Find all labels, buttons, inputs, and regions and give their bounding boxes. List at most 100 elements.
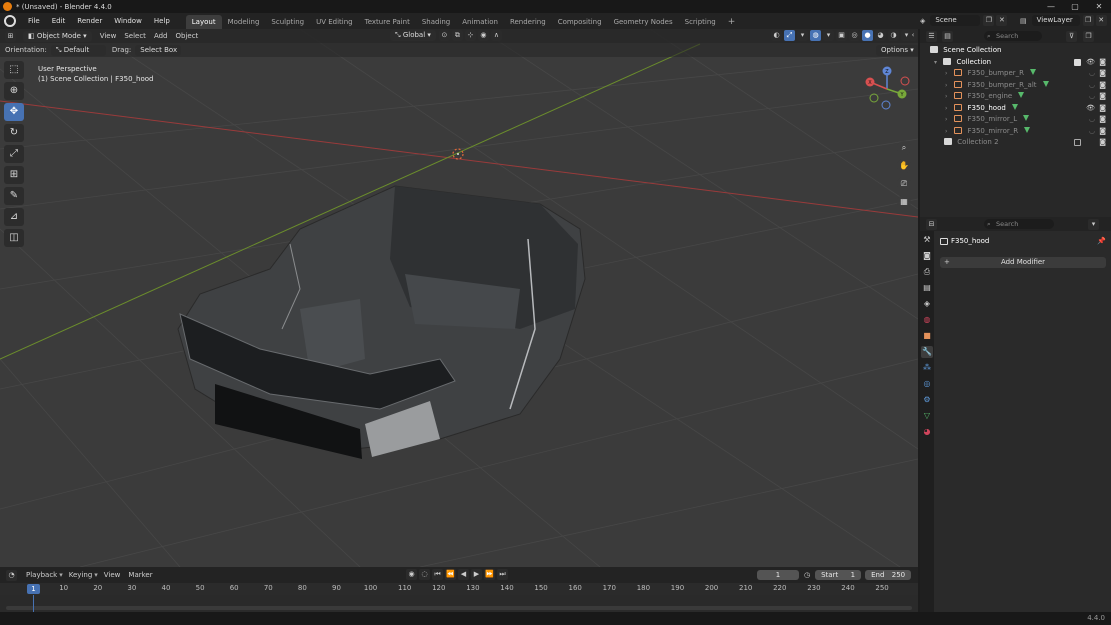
play-reverse-icon[interactable]: ◀	[458, 569, 469, 580]
timeline-scrollbar[interactable]	[6, 606, 912, 610]
render-camera-icon[interactable]: ◙	[1099, 103, 1106, 115]
f350-hood-model[interactable]	[177, 185, 586, 459]
mode-dropdown[interactable]: ◧ Object Mode ▾	[23, 30, 92, 42]
mesh-data-icon[interactable]	[1030, 69, 1037, 75]
expand-icon[interactable]: ›	[945, 114, 952, 126]
jump-end-icon[interactable]: ⏭	[497, 569, 508, 580]
mesh-data-icon[interactable]	[1018, 92, 1025, 98]
delete-view-layer-icon[interactable]: ✕	[1095, 15, 1107, 26]
cursor-tool-icon[interactable]: ⊕	[4, 82, 24, 100]
render-camera-icon[interactable]: ◙	[1099, 68, 1106, 80]
menu-render[interactable]: Render	[71, 13, 108, 29]
expand-icon[interactable]: ›	[945, 103, 952, 115]
mesh-data-icon[interactable]	[1023, 115, 1030, 121]
overlay-toggle-icon[interactable]: ◍	[810, 30, 821, 41]
render-camera-icon[interactable]: ◙	[1099, 57, 1106, 69]
tab-scripting[interactable]: Scripting	[679, 15, 722, 29]
gizmo-dropdown-icon[interactable]: ▾	[797, 30, 808, 41]
tool-tab-icon[interactable]: ⚒	[921, 234, 933, 246]
tab-compositing[interactable]: Compositing	[552, 15, 608, 29]
object-tab-icon[interactable]: ■	[921, 330, 933, 342]
xray-toggle-icon[interactable]: ▣	[836, 30, 847, 41]
particles-tab-icon[interactable]: ⁂	[921, 362, 933, 374]
menu-add[interactable]: Add	[154, 32, 168, 40]
jump-keyframe-forward-icon[interactable]: ⏩	[484, 569, 495, 580]
annotate-tool-icon[interactable]: ✎	[4, 187, 24, 205]
render-tab-icon[interactable]: ◙	[921, 250, 933, 262]
mesh-data-icon[interactable]	[1024, 126, 1031, 133]
editor-type-icon[interactable]: ⊞	[5, 30, 16, 42]
zoom-icon[interactable]: ⌕	[897, 141, 911, 155]
shading-material-icon[interactable]: ◕	[875, 30, 886, 41]
3d-viewport[interactable]: ⊞ ◧ Object Mode ▾ View Select Add Object…	[0, 29, 918, 567]
close-icon[interactable]: ✕	[1087, 0, 1111, 13]
render-camera-icon[interactable]: ◙	[1099, 80, 1106, 92]
move-tool-icon[interactable]: ✥	[4, 103, 24, 121]
hidden-eye-icon[interactable]: ◡	[1089, 126, 1095, 138]
outliner-editor-type-icon[interactable]: ☰	[926, 30, 937, 42]
play-icon[interactable]: ▶	[471, 569, 482, 580]
visibility-eye-icon[interactable]: 👁	[1086, 103, 1095, 115]
properties-options-icon[interactable]: ▾	[1088, 218, 1099, 230]
shading-solid-icon[interactable]: ●	[862, 30, 873, 41]
current-frame-field[interactable]: 1	[757, 570, 799, 580]
menu-timeline-view[interactable]: View	[104, 571, 121, 579]
scene-selector[interactable]: ◈ Scene ❐ ✕	[920, 15, 1008, 26]
menu-file[interactable]: File	[22, 13, 46, 29]
preview-range-icon[interactable]: ◷	[804, 571, 810, 579]
expand-icon[interactable]: ›	[945, 91, 952, 103]
proportional-edit-icon[interactable]: ◉	[477, 30, 489, 41]
add-modifier-button[interactable]: + Add Modifier	[940, 257, 1106, 268]
menu-playback[interactable]: Playback	[26, 571, 57, 579]
tab-layout[interactable]: Layout	[185, 14, 222, 29]
menu-window[interactable]: Window	[108, 13, 148, 29]
hidden-eye-icon[interactable]: ◡	[1089, 80, 1095, 92]
scene-tab-icon[interactable]: ◈	[921, 298, 933, 310]
tab-geometry-nodes[interactable]: Geometry Nodes	[608, 15, 679, 29]
menu-object[interactable]: Object	[176, 32, 199, 40]
render-camera-icon[interactable]: ◙	[1099, 126, 1106, 138]
options-dropdown[interactable]: Options ▾	[876, 44, 918, 56]
snap-target-icon[interactable]: ⊹	[464, 30, 476, 41]
scene-name-field[interactable]: Scene	[930, 15, 981, 26]
tab-animation[interactable]: Animation	[456, 15, 504, 29]
rotate-tool-icon[interactable]: ↻	[4, 124, 24, 142]
new-scene-icon[interactable]: ❐	[983, 15, 995, 26]
outliner-row-object[interactable]: › F350_bumper_R ◡ ◙	[920, 68, 1111, 80]
gizmo-toggle-icon[interactable]: ⤢	[784, 30, 795, 41]
visibility-eye-icon[interactable]: 👁	[1086, 57, 1095, 69]
exclude-checkbox[interactable]	[1074, 139, 1081, 146]
minimize-icon[interactable]: —	[1039, 0, 1063, 13]
properties-search-input[interactable]: ⌕ Search	[984, 219, 1054, 229]
physics-tab-icon[interactable]: ◎	[921, 378, 933, 390]
view-layer-tab-icon[interactable]: ▤	[921, 282, 933, 294]
sidebar-toggle-icon[interactable]: ‹	[909, 30, 917, 41]
add-workspace-button[interactable]: +	[722, 15, 742, 29]
properties-editor-type-icon[interactable]: ⊟	[926, 218, 937, 230]
tab-sculpting[interactable]: Sculpting	[265, 15, 310, 29]
camera-view-icon[interactable]: ⎚	[897, 177, 911, 191]
hidden-eye-icon[interactable]: ◡	[1089, 114, 1095, 126]
new-view-layer-icon[interactable]: ❐	[1082, 15, 1094, 26]
new-collection-icon[interactable]: ❐	[1083, 30, 1094, 42]
tab-modeling[interactable]: Modeling	[222, 15, 266, 29]
playhead[interactable]: 1	[27, 584, 40, 594]
hidden-eye-icon[interactable]: ◡	[1089, 68, 1095, 80]
ortho-grid-icon[interactable]: ▦	[897, 195, 911, 209]
outliner-row-object[interactable]: › F350_mirror_L ◡ ◙	[920, 114, 1111, 126]
auto-keying-icon[interactable]: ◉	[406, 569, 417, 580]
select-box-tool-icon[interactable]: ⬚	[4, 61, 24, 79]
outliner-row-scene-collection[interactable]: Scene Collection	[920, 45, 1111, 57]
world-tab-icon[interactable]: ◍	[921, 314, 933, 326]
navigation-gizmo[interactable]: Z X Y	[862, 65, 912, 113]
overlay-dropdown-icon[interactable]: ▾	[823, 30, 834, 41]
collapse-icon[interactable]: ▾	[934, 57, 941, 69]
jump-keyframe-back-icon[interactable]: ⏪	[445, 569, 456, 580]
display-mode-icon[interactable]: ▤	[942, 30, 953, 42]
material-tab-icon[interactable]: ◕	[921, 426, 933, 438]
render-camera-icon[interactable]: ◙	[1099, 114, 1106, 126]
pin-icon[interactable]: 📌	[1097, 237, 1106, 245]
visibility-selectability-icon[interactable]: ◐	[771, 30, 782, 41]
mesh-data-icon[interactable]	[1042, 80, 1049, 87]
pan-hand-icon[interactable]: ✋	[897, 159, 911, 173]
